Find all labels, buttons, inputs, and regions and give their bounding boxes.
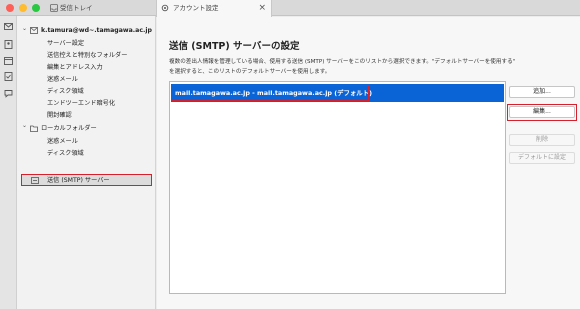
tab-account-settings[interactable]: アカウント設定 × bbox=[156, 0, 272, 17]
account-item-composition[interactable]: 編集とアドレス入力 bbox=[47, 63, 103, 72]
description-line-1: 複数の差出人情報を管理している場合、使用する送信 (SMTP) サーバーをこのリ… bbox=[169, 59, 516, 65]
window-maximize-button[interactable] bbox=[32, 4, 40, 12]
chat-icon[interactable] bbox=[4, 89, 13, 98]
close-icon[interactable]: × bbox=[258, 0, 266, 16]
local-item-disk-space[interactable]: ディスク領域 bbox=[47, 149, 84, 158]
spaces-toolbar bbox=[0, 16, 17, 309]
smtp-server-list-item[interactable]: mail.tamagawa.ac.jp - mail.tamagawa.ac.j… bbox=[171, 84, 504, 102]
address-book-icon[interactable] bbox=[4, 40, 13, 49]
smtp-server-list[interactable]: mail.tamagawa.ac.jp - mail.tamagawa.ac.j… bbox=[169, 81, 506, 294]
account-item-copies-folders[interactable]: 送信控えと特別なフォルダー bbox=[47, 51, 127, 60]
gear-icon bbox=[161, 4, 169, 12]
tab-account-settings-label: アカウント設定 bbox=[173, 4, 219, 12]
edit-button[interactable]: 編集... bbox=[509, 106, 575, 118]
set-default-button[interactable]: デフォルトに設定 bbox=[509, 152, 575, 164]
title-bar: 受信トレイ アカウント設定 × bbox=[0, 0, 580, 17]
description: 複数の差出人情報を管理している場合、使用する送信 (SMTP) サーバーをこのリ… bbox=[169, 57, 569, 77]
local-item-junk[interactable]: 迷惑メール bbox=[47, 137, 78, 146]
calendar-icon[interactable] bbox=[4, 56, 13, 65]
folder-icon bbox=[30, 125, 38, 132]
account-folder-pane: ⌄ k.tamura@wd~.tamagawa.ac.jp サーバー設定 送信控… bbox=[17, 16, 156, 309]
account-item-disk-space[interactable]: ディスク領域 bbox=[47, 87, 84, 96]
tab-inbox[interactable]: 受信トレイ bbox=[46, 0, 156, 16]
annotation-highlight bbox=[171, 85, 369, 101]
account-item-server-settings[interactable]: サーバー設定 bbox=[47, 39, 84, 48]
window-close-button[interactable] bbox=[6, 4, 14, 12]
remove-button[interactable]: 削除 bbox=[509, 134, 575, 146]
tab-inbox-label: 受信トレイ bbox=[60, 4, 93, 12]
add-button[interactable]: 追加... bbox=[509, 86, 575, 98]
account-item-junk[interactable]: 迷惑メール bbox=[47, 75, 78, 84]
folder-local[interactable]: ローカルフォルダー bbox=[41, 124, 97, 133]
chevron-down-icon[interactable]: ⌄ bbox=[22, 122, 27, 129]
smtp-server-item-label: 送信 (SMTP) サーバー bbox=[47, 177, 110, 184]
mail-account-icon bbox=[30, 27, 38, 34]
smtp-settings-panel: 送信 (SMTP) サーバーの設定 複数の差出人情報を管理している場合、使用する… bbox=[157, 17, 580, 309]
page-title: 送信 (SMTP) サーバーの設定 bbox=[169, 41, 300, 52]
description-line-2: を選択すると、このリストのデフォルトサーバーを使用します。 bbox=[169, 69, 331, 75]
chevron-down-icon[interactable]: ⌄ bbox=[22, 25, 27, 32]
mail-icon[interactable] bbox=[4, 22, 13, 31]
window-minimize-button[interactable] bbox=[19, 4, 27, 12]
tasks-icon[interactable] bbox=[4, 72, 13, 81]
inbox-icon bbox=[50, 4, 58, 12]
folder-account[interactable]: k.tamura@wd~.tamagawa.ac.jp bbox=[41, 26, 152, 35]
outgoing-server-icon bbox=[31, 177, 39, 184]
account-item-return-receipts[interactable]: 開封確認 bbox=[47, 111, 72, 120]
account-item-e2e-encryption[interactable]: エンドツーエンド暗号化 bbox=[47, 99, 115, 108]
